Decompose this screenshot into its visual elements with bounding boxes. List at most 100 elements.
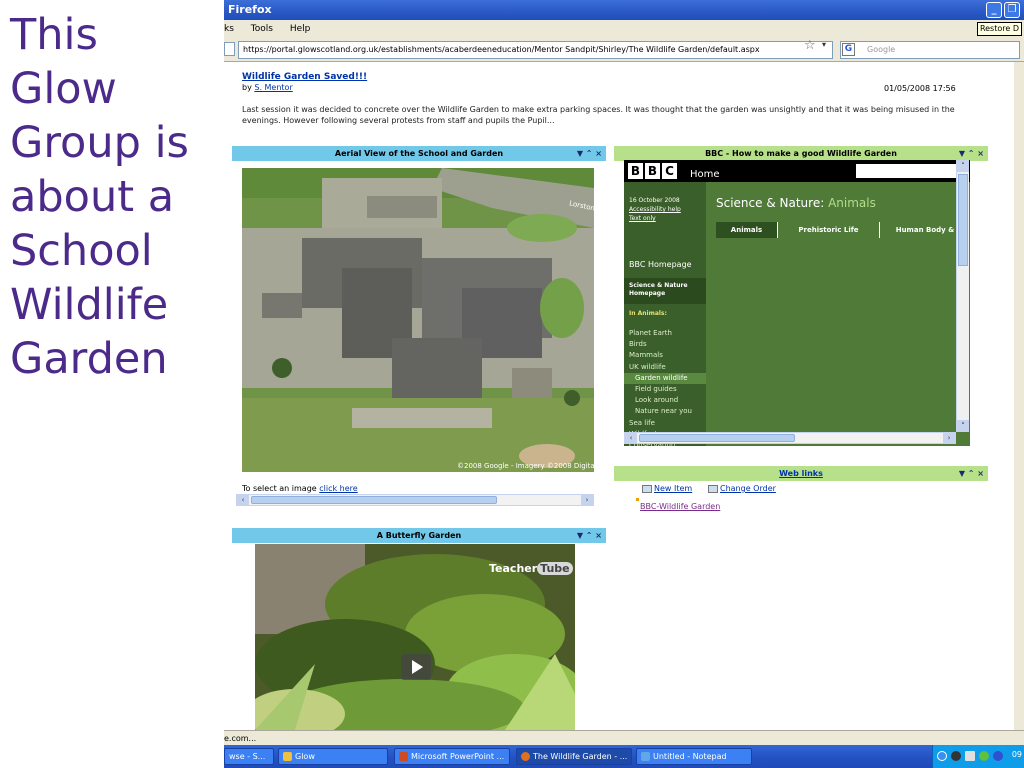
bbc-nav-item[interactable]: Look around <box>624 395 706 406</box>
scroll-right-icon[interactable]: › <box>581 495 593 505</box>
menu-bookmarks[interactable]: ks <box>224 24 234 34</box>
new-item-icon <box>642 484 652 493</box>
url-dropdown-icon[interactable]: ▾ <box>822 40 826 49</box>
menu-help[interactable]: Help <box>290 24 311 34</box>
video-panel-title: A Butterfly Garden <box>376 531 462 540</box>
scroll-thumb[interactable] <box>639 434 795 442</box>
bbc-nav-item[interactable]: Field guides <box>624 384 706 395</box>
bullet-icon <box>636 498 639 501</box>
scroll-thumb[interactable] <box>251 496 497 504</box>
aerial-map-image[interactable]: Lorston ©2008 Google - Imagery ©2008 Dig… <box>242 168 594 472</box>
bbc-header: B B C Home <box>624 160 970 182</box>
clock: 09 <box>1011 750 1022 759</box>
taskbar-item[interactable]: wse - S... <box>224 748 274 765</box>
panel-controls-icon[interactable]: ▼ ⌃ × <box>577 528 602 543</box>
bbc-nav-list: Planet Earth Birds Mammals UK wildlife Garde… <box>624 328 706 446</box>
bookmark-star-icon[interactable]: ☆ <box>804 38 816 53</box>
aerial-hscrollbar[interactable]: ‹ › <box>236 494 594 506</box>
menu-tools[interactable]: Tools <box>251 24 273 34</box>
scroll-up-icon[interactable]: ˄ <box>957 160 969 172</box>
scroll-thumb[interactable] <box>958 174 968 266</box>
bbc-wildlife-link[interactable]: BBC-Wildlife Garden <box>640 502 720 511</box>
tab-animals[interactable]: Animals <box>716 222 778 238</box>
bbc-hscrollbar[interactable]: ‹ › <box>624 432 956 444</box>
task-label: wse - S... <box>229 752 266 761</box>
url-input[interactable]: https://portal.glowscotland.org.uk/estab… <box>238 41 833 59</box>
powerpoint-icon <box>399 752 408 761</box>
bbc-homepage-link[interactable]: BBC Homepage <box>629 260 692 269</box>
bbc-nav-item[interactable]: UK wildlife <box>624 362 706 373</box>
panel-controls-icon[interactable]: ▼ ⌃ × <box>577 146 602 161</box>
accessibility-link[interactable]: Accessibility help <box>629 205 681 214</box>
taskbar-item-firefox[interactable]: The Wildlife Garden - ... <box>516 748 632 765</box>
tube-word: Tube <box>537 562 573 575</box>
panel-controls-icon[interactable]: ▼ ⌃ × <box>959 466 984 481</box>
bbc-main-area <box>706 238 970 446</box>
restore-icon[interactable]: ❐ <box>1004 2 1020 18</box>
menu-bar: ks Tools Help <box>224 20 1024 38</box>
page-content: Wildlife Garden Saved!!! by S. Mentor 01… <box>224 62 1014 730</box>
change-order-icon <box>708 484 718 493</box>
bbc-tabs: Animals Prehistoric Life Human Body & <box>716 222 970 238</box>
section-subtitle: Animals <box>828 196 876 210</box>
bbc-nav-item[interactable]: Sea life <box>624 418 706 429</box>
tray-shield-icon[interactable] <box>979 751 989 761</box>
scroll-left-icon[interactable]: ‹ <box>625 433 637 443</box>
task-label: Microsoft PowerPoint ... <box>411 752 505 761</box>
post-title-link[interactable]: Wildlife Garden Saved!!! <box>242 72 367 82</box>
tray-network-icon[interactable] <box>965 751 975 761</box>
minimize-icon[interactable]: _ <box>986 2 1002 18</box>
google-search-icon[interactable]: G <box>842 43 855 56</box>
bbc-logo[interactable]: B B C <box>628 163 677 179</box>
bbc-vscrollbar[interactable]: ˄ ˅ <box>956 160 969 432</box>
search-input[interactable]: Google <box>840 41 1020 59</box>
window-titlebar: Firefox _ ❐ <box>224 0 1024 20</box>
author-link[interactable]: S. Mentor <box>254 83 292 92</box>
tray-back-icon[interactable] <box>937 751 947 761</box>
bbc-section-title: Science & Nature: Animals <box>716 196 876 210</box>
title-line: Glow <box>10 64 117 114</box>
science-nature-home-link[interactable]: Science & Nature Homepage <box>624 278 706 304</box>
bbc-nav-item[interactable]: Birds <box>624 339 706 350</box>
video-player[interactable]: Teacher Tube <box>255 544 575 730</box>
taskbar-item-glow[interactable]: Glow <box>278 748 388 765</box>
bbc-nav-item[interactable]: Mammals <box>624 350 706 361</box>
scroll-right-icon[interactable]: › <box>943 433 955 443</box>
panel-controls-icon[interactable]: ▼ ⌃ × <box>959 146 984 161</box>
title-line: School <box>10 226 153 276</box>
task-label: Glow <box>295 752 315 761</box>
tray-volume-icon[interactable] <box>993 751 1003 761</box>
new-item-link[interactable]: New Item <box>642 484 692 493</box>
scroll-left-icon[interactable]: ‹ <box>237 495 249 505</box>
task-label: Untitled - Notepad <box>653 752 727 761</box>
bbc-date-block: 16 October 2008 Accessibility help Text … <box>629 196 681 223</box>
teachertube-logo: Teacher Tube <box>489 562 573 575</box>
weblinks-panel-header: Web links ▼ ⌃ × <box>614 466 988 481</box>
map-copyright: ©2008 Google - Imagery ©2008 DigitalGlob <box>457 462 594 470</box>
change-order-link[interactable]: Change Order <box>708 484 776 493</box>
bbc-nav-item[interactable]: Nature near you <box>624 406 706 417</box>
bbc-nav-item[interactable]: Planet Earth <box>624 328 706 339</box>
play-icon[interactable] <box>401 654 431 680</box>
scroll-down-icon[interactable]: ˅ <box>957 420 969 432</box>
page-vscrollbar[interactable] <box>1014 62 1024 730</box>
bbc-search-input[interactable] <box>856 164 956 178</box>
weblinks-title[interactable]: Web links <box>779 469 823 478</box>
taskbar-item-powerpoint[interactable]: Microsoft PowerPoint ... <box>394 748 510 765</box>
post-byline: by S. Mentor <box>242 83 293 92</box>
tab-prehistoric-life[interactable]: Prehistoric Life <box>778 222 880 238</box>
bbc-panel-header: BBC - How to make a good Wildlife Garden… <box>614 146 988 161</box>
bbc-nav-item[interactable]: Garden wildlife <box>624 372 706 385</box>
click-here-link[interactable]: click here <box>319 484 357 493</box>
text-only-link[interactable]: Text only <box>629 214 681 223</box>
slide-title: This Glow Group is about a School Wildlife Gar… <box>10 8 215 386</box>
taskbar-item-notepad[interactable]: Untitled - Notepad <box>636 748 752 765</box>
folder-icon <box>283 752 292 761</box>
byline-prefix: by <box>242 83 252 92</box>
tray-app-icon[interactable] <box>951 751 961 761</box>
title-line: Group is <box>10 118 189 168</box>
title-line: This <box>10 10 98 60</box>
bbc-home-link[interactable]: Home <box>690 169 720 180</box>
post-date: 01/05/2008 17:56 <box>884 84 956 93</box>
bbc-embed: B B C Home 16 October 2008 Accessibility… <box>624 160 970 446</box>
